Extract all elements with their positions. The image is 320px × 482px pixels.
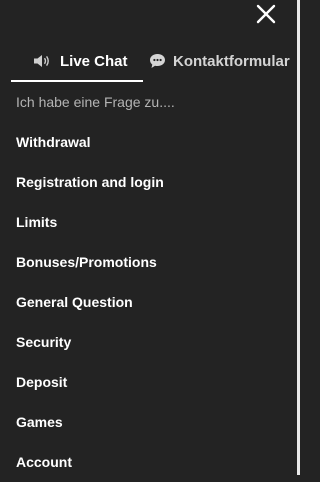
chat-tabs: Live Chat Kontaktformular [0, 42, 297, 82]
question-prompt: Ich habe eine Frage zu.... [16, 94, 175, 110]
close-icon [256, 4, 276, 24]
tab-contact-form-label: Kontaktformular [173, 52, 290, 70]
topic-games[interactable]: Games [0, 402, 297, 442]
topic-withdrawal[interactable]: Withdrawal [0, 122, 297, 162]
active-tab-underline [11, 80, 143, 82]
tab-contact-form[interactable]: Kontaktformular [149, 42, 290, 80]
tab-live-chat-label: Live Chat [60, 52, 128, 70]
speaker-icon [33, 54, 50, 68]
close-button[interactable] [256, 4, 276, 24]
topic-account[interactable]: Account [0, 442, 297, 482]
topic-bonuses-promotions[interactable]: Bonuses/Promotions [0, 242, 297, 282]
tab-live-chat[interactable]: Live Chat [11, 42, 143, 82]
panel-edge [297, 0, 300, 475]
topic-deposit[interactable]: Deposit [0, 362, 297, 402]
topic-list: Withdrawal Registration and login Limits… [0, 122, 297, 482]
chat-bubble-icon [149, 53, 166, 69]
topic-security[interactable]: Security [0, 322, 297, 362]
topic-registration-and-login[interactable]: Registration and login [0, 162, 297, 202]
topic-general-question[interactable]: General Question [0, 282, 297, 322]
topic-limits[interactable]: Limits [0, 202, 297, 242]
